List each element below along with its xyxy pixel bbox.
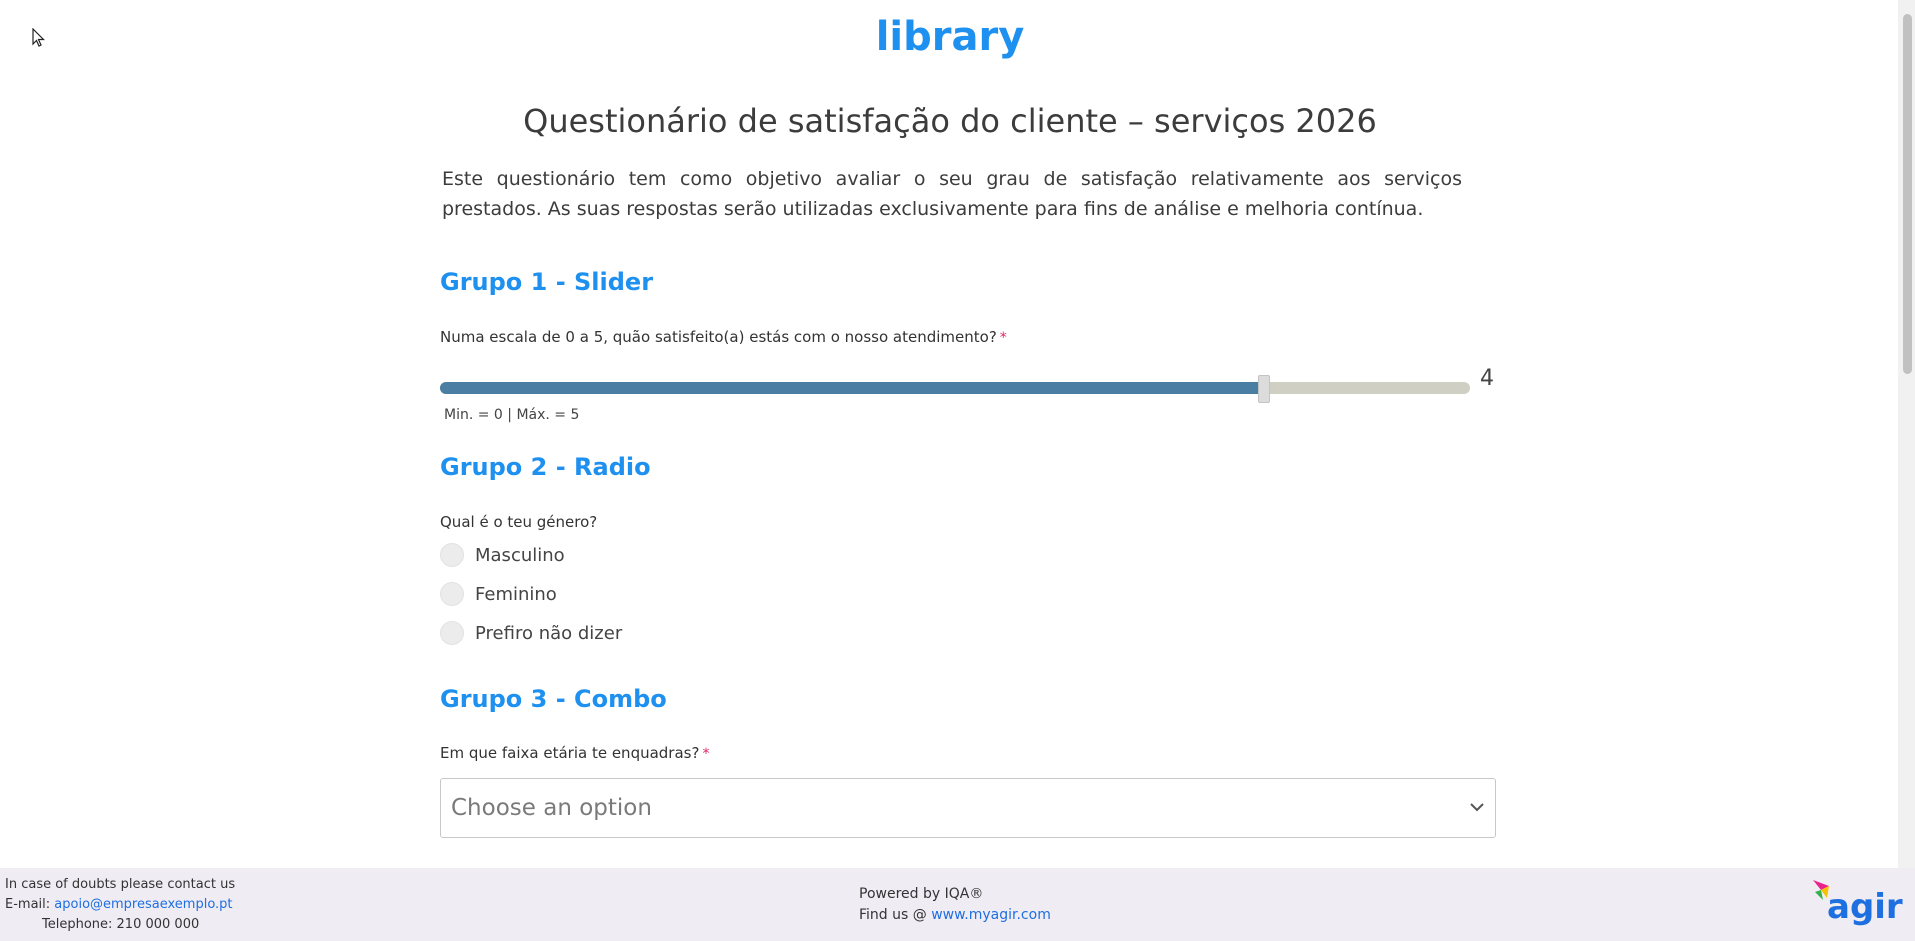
question-gender: Qual é o teu género? — [440, 513, 598, 531]
question-satisfaction: Numa escala de 0 a 5, quão satisfeito(a)… — [440, 328, 1007, 346]
intro-text: Este questionário tem como objetivo aval… — [442, 168, 1462, 220]
agir-logo: agir — [1813, 880, 1903, 926]
slider-fill — [440, 382, 1264, 394]
radio-label: Masculino — [475, 544, 565, 566]
radio-option-feminino[interactable]: Feminino — [440, 580, 557, 608]
radio-button[interactable] — [440, 582, 464, 606]
telephone-line: Telephone: 210 000 000 — [42, 917, 200, 932]
footer-contact: In case of doubts please contact us E-ma… — [5, 875, 235, 935]
select-placeholder: Choose an option — [451, 795, 652, 821]
email-link[interactable]: apoio@empresaexemplo.pt — [54, 897, 232, 912]
chevron-down-icon — [1470, 803, 1484, 812]
page-title: Questionário de satisfação do cliente – … — [523, 102, 1377, 140]
email-label: E-mail: — [5, 897, 51, 912]
radio-button[interactable] — [440, 621, 464, 645]
group-3-title: Grupo 3 - Combo — [440, 685, 667, 713]
satisfaction-slider[interactable] — [440, 375, 1470, 403]
scrollbar-thumb[interactable] — [1903, 14, 1912, 374]
radio-option-masculino[interactable]: Masculino — [440, 541, 565, 569]
website-link[interactable]: www.myagir.com — [931, 907, 1051, 923]
radio-option-prefiro-nao-dizer[interactable]: Prefiro não dizer — [440, 619, 622, 647]
contact-heading: In case of doubts please contact us — [5, 877, 236, 892]
slider-value: 4 — [1480, 366, 1494, 391]
library-logo: library — [875, 14, 1025, 60]
question-age-range: Em que faixa etária te enquadras? * — [440, 744, 709, 762]
email-line: E-mail: apoio@empresaexemplo.pt — [5, 895, 235, 915]
footer-powered: Powered by IQA® Find us @ www.myagir.com — [859, 884, 1051, 926]
find-us-label: Find us @ — [859, 907, 927, 923]
question-age-range-label: Em que faixa etária te enquadras? — [440, 744, 700, 762]
powered-by-text: Powered by IQA® — [859, 886, 984, 902]
slider-range-hint: Min. = 0 | Máx. = 5 — [444, 407, 580, 423]
footer: In case of doubts please contact us E-ma… — [0, 868, 1915, 941]
question-satisfaction-label: Numa escala de 0 a 5, quão satisfeito(a)… — [440, 328, 997, 346]
required-mark: * — [999, 330, 1007, 346]
age-range-select[interactable]: Choose an option — [440, 778, 1496, 838]
group-2-title: Grupo 2 - Radio — [440, 453, 651, 481]
radio-button[interactable] — [440, 543, 464, 567]
radio-label: Feminino — [475, 583, 557, 605]
required-mark: * — [702, 746, 710, 762]
page-scrollbar[interactable] — [1898, 0, 1915, 868]
group-1-title: Grupo 1 - Slider — [440, 268, 654, 296]
slider-thumb[interactable] — [1258, 375, 1270, 403]
radio-label: Prefiro não dizer — [475, 622, 623, 644]
find-us-line: Find us @ www.myagir.com — [859, 905, 1051, 926]
svg-text:agir: agir — [1827, 887, 1903, 926]
